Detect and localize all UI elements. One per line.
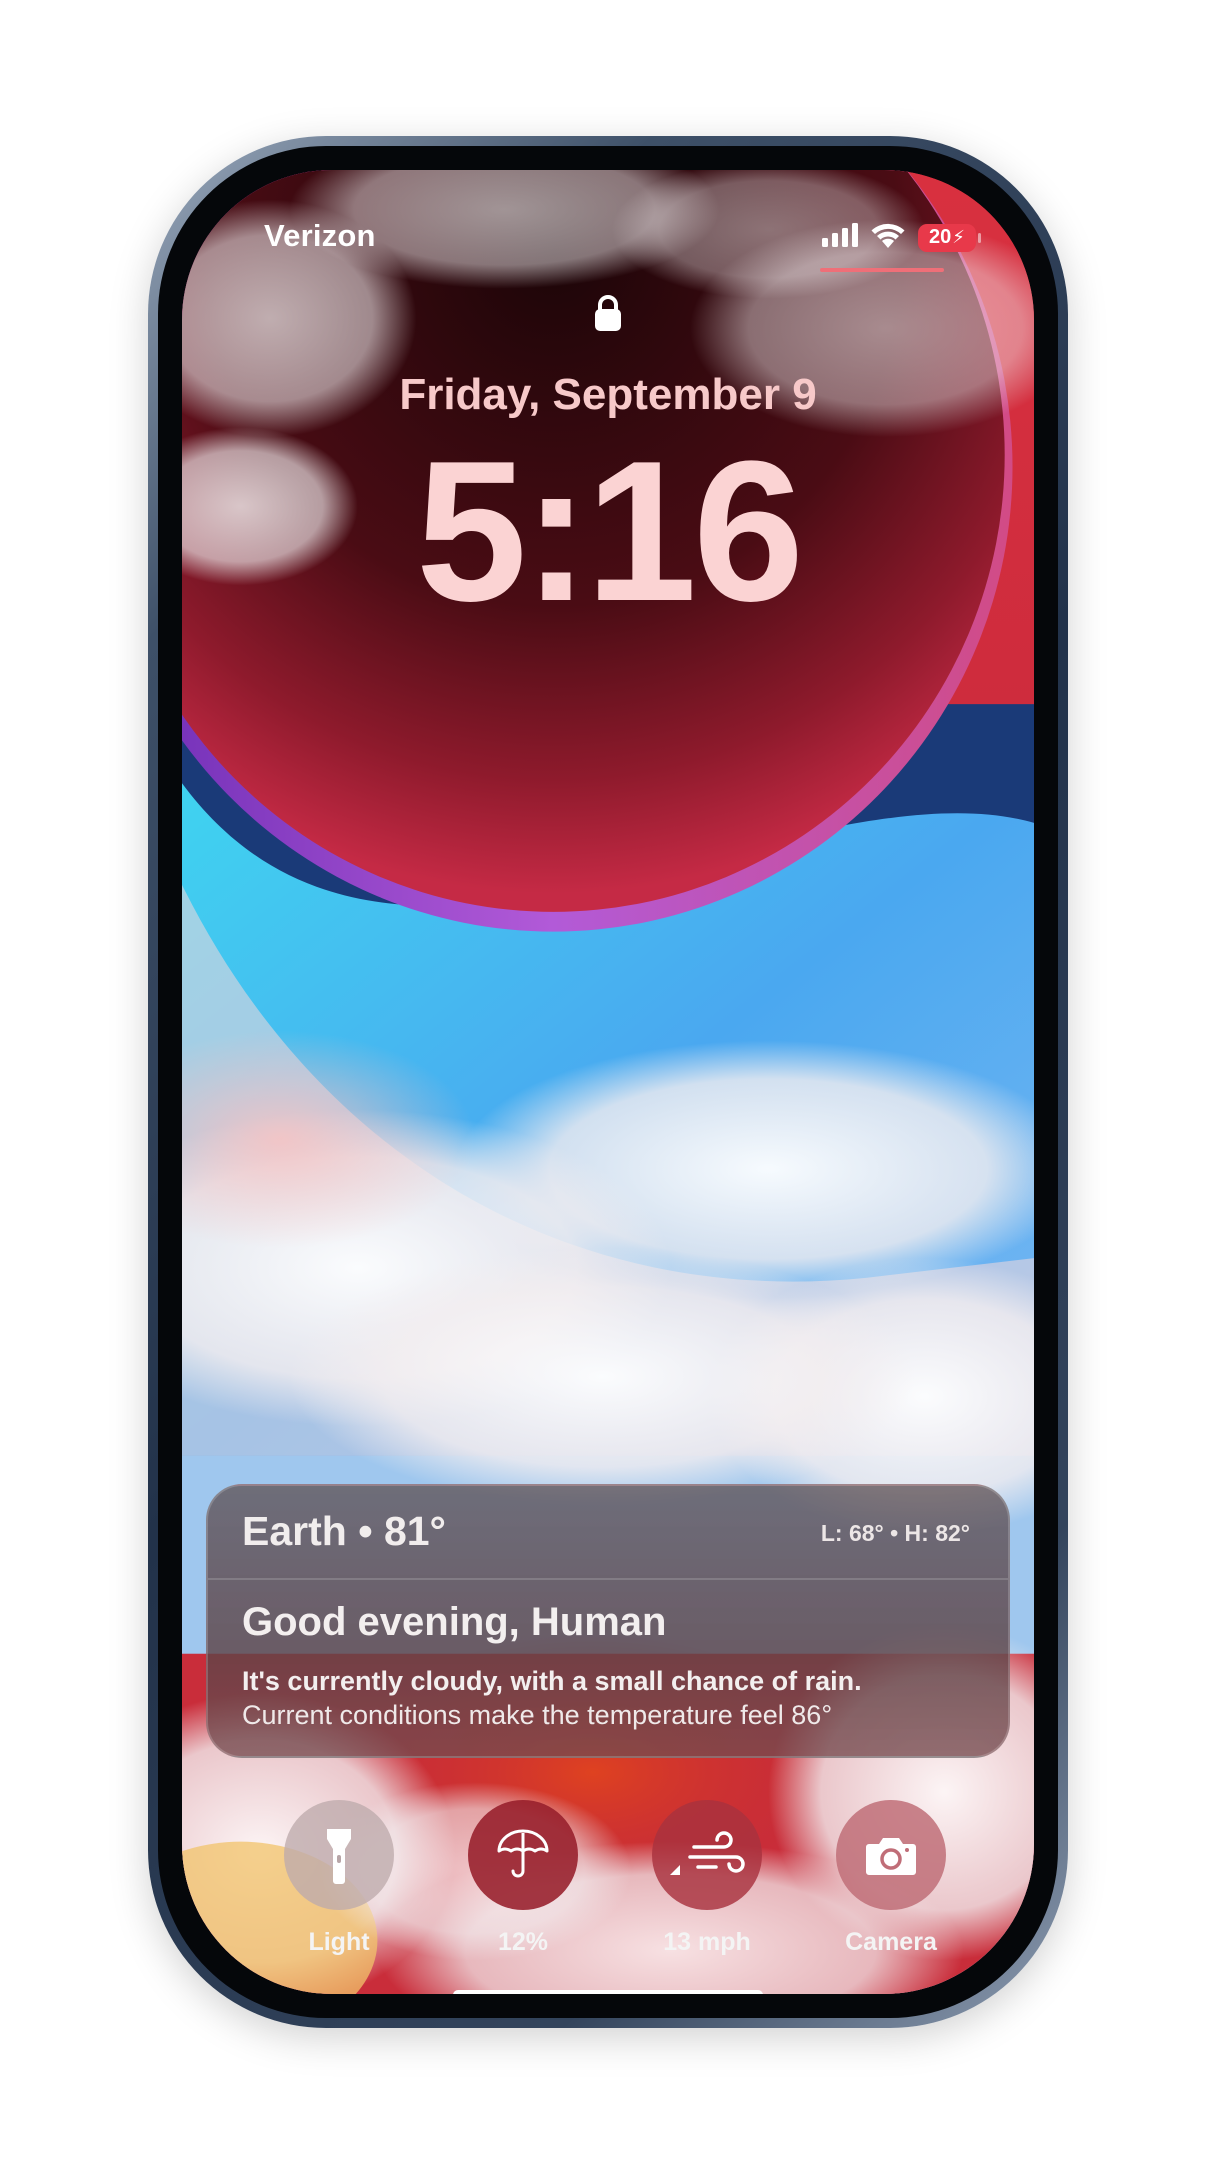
- rain-chance-label: 12%: [497, 1928, 549, 1956]
- cellular-signal-icon: [822, 223, 858, 252]
- camera-button[interactable]: [836, 1800, 946, 1910]
- status-underline: [820, 268, 944, 272]
- battery-indicator: 20 ⚡: [918, 223, 981, 252]
- weather-widget[interactable]: Earth • 81° L: 68° • H: 82° Good evening…: [206, 1484, 1010, 1758]
- lock-icon: [595, 295, 621, 331]
- weather-feels-like: Current conditions make the temperature …: [242, 1700, 833, 1730]
- weather-location: Earth • 81°: [242, 1508, 446, 1554]
- weather-summary: It's currently cloudy, with a small chan…: [242, 1666, 862, 1696]
- wind-speed-label: 13 mph: [663, 1928, 751, 1956]
- flashlight-label: Light: [308, 1928, 370, 1956]
- phone-frame: Verizon 20 ⚡ Friday, September 9 5:16 Ea…: [148, 136, 1068, 2028]
- wifi-icon: [870, 222, 906, 253]
- phone-bezel: Verizon 20 ⚡ Friday, September 9 5:16 Ea…: [158, 146, 1058, 2018]
- status-icons: 20 ⚡: [822, 222, 981, 253]
- lock-screen: Verizon 20 ⚡ Friday, September 9 5:16 Ea…: [182, 170, 1034, 1994]
- lock-time: 5:16: [415, 420, 804, 643]
- umbrella-icon: [497, 1829, 549, 1878]
- page-background: Verizon 20 ⚡ Friday, September 9 5:16 Ea…: [0, 0, 1215, 2160]
- home-indicator[interactable]: [453, 1990, 763, 1994]
- weather-high-low: L: 68° • H: 82°: [820, 1520, 970, 1546]
- flashlight-icon: [327, 1829, 351, 1884]
- lock-date: Friday, September 9: [399, 370, 817, 419]
- wind-speed-button[interactable]: [652, 1800, 762, 1910]
- flashlight-button[interactable]: [284, 1800, 394, 1910]
- widget-divider: [208, 1578, 1008, 1580]
- camera-icon: [866, 1838, 916, 1875]
- carrier-label: Verizon: [264, 218, 376, 253]
- wind-icon: [670, 1831, 745, 1875]
- camera-label: Camera: [845, 1928, 937, 1956]
- rain-chance-button[interactable]: [468, 1800, 578, 1910]
- battery-level: 20: [929, 226, 952, 248]
- weather-greeting: Good evening, Human: [242, 1600, 667, 1644]
- charging-bolt-icon: ⚡: [952, 227, 965, 247]
